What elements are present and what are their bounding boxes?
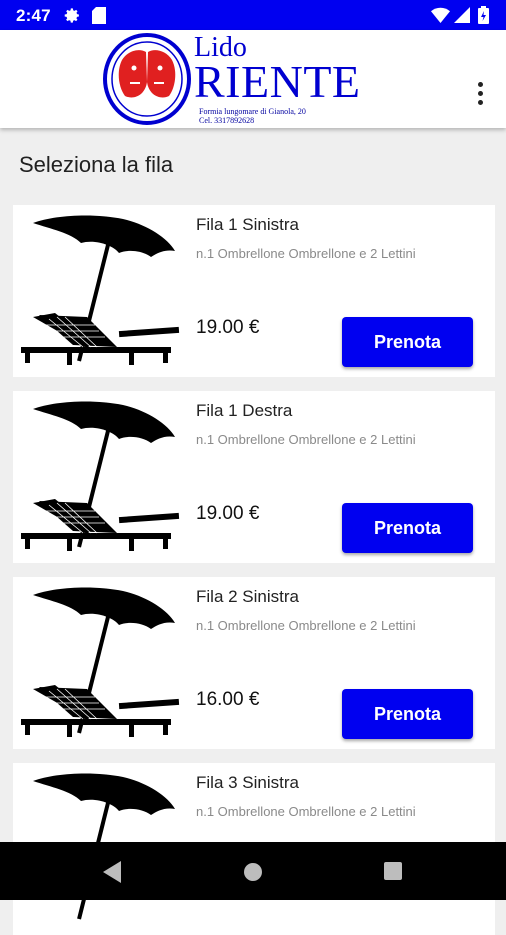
row-price: 19.00 € bbox=[196, 317, 260, 338]
umbrella-sunbed-icon bbox=[21, 401, 180, 551]
row-price: 16.00 € bbox=[196, 689, 260, 710]
home-icon[interactable] bbox=[243, 862, 263, 887]
wifi-icon bbox=[431, 7, 450, 28]
battery-icon bbox=[478, 6, 489, 29]
signal-icon bbox=[454, 7, 470, 28]
settings-icon bbox=[64, 7, 81, 29]
back-icon[interactable] bbox=[103, 861, 123, 888]
row-card[interactable]: Fila 1 Destra n.1 Ombrellone Ombrellone … bbox=[13, 391, 495, 563]
row-description: n.1 Ombrellone Ombrellone e 2 Lettini bbox=[196, 432, 416, 447]
overflow-menu-icon[interactable] bbox=[466, 82, 494, 112]
row-title: Fila 1 Destra bbox=[196, 401, 293, 420]
navigation-bar bbox=[0, 842, 506, 900]
row-title: Fila 1 Sinistra bbox=[196, 215, 299, 234]
row-price: 19.00 € bbox=[196, 503, 260, 524]
row-description: n.1 Ombrellone Ombrellone e 2 Lettini bbox=[196, 804, 416, 819]
app-bar: Lido RIENTE Formia lungomare di Gianola,… bbox=[0, 30, 506, 128]
logo-emblem bbox=[103, 33, 191, 125]
sd-card-icon bbox=[92, 7, 106, 29]
status-bar: 2:47 bbox=[0, 0, 506, 30]
row-title: Fila 2 Sinistra bbox=[196, 587, 299, 606]
logo-address-line: Formia lungomare di Gianola, 20 bbox=[199, 107, 306, 116]
prenota-button[interactable]: Prenota bbox=[342, 317, 473, 367]
prenota-button[interactable]: Prenota bbox=[342, 689, 473, 739]
logo-title-oriente: RIENTE bbox=[194, 56, 361, 107]
recents-icon[interactable] bbox=[384, 862, 402, 885]
row-card[interactable]: Fila 1 Sinistra n.1 Ombrellone Ombrellon… bbox=[13, 205, 495, 377]
page-title: Seleziona la fila bbox=[19, 152, 174, 177]
prenota-button[interactable]: Prenota bbox=[342, 503, 473, 553]
umbrella-sunbed-icon bbox=[21, 587, 180, 737]
row-description: n.1 Ombrellone Ombrellone e 2 Lettini bbox=[196, 618, 416, 633]
status-time: 2:47 bbox=[16, 6, 51, 25]
lido-oriente-logo: Lido RIENTE Formia lungomare di Gianola,… bbox=[102, 30, 382, 128]
logo-address: Formia lungomare di Gianola, 20 Cel. 331… bbox=[199, 107, 306, 125]
row-card[interactable]: Fila 2 Sinistra n.1 Ombrellone Ombrellon… bbox=[13, 577, 495, 749]
logo-phone-line: Cel. 3317892628 bbox=[199, 116, 255, 125]
row-title: Fila 3 Sinistra bbox=[196, 773, 299, 792]
umbrella-sunbed-icon bbox=[21, 215, 180, 365]
row-description: n.1 Ombrellone Ombrellone e 2 Lettini bbox=[196, 246, 416, 261]
